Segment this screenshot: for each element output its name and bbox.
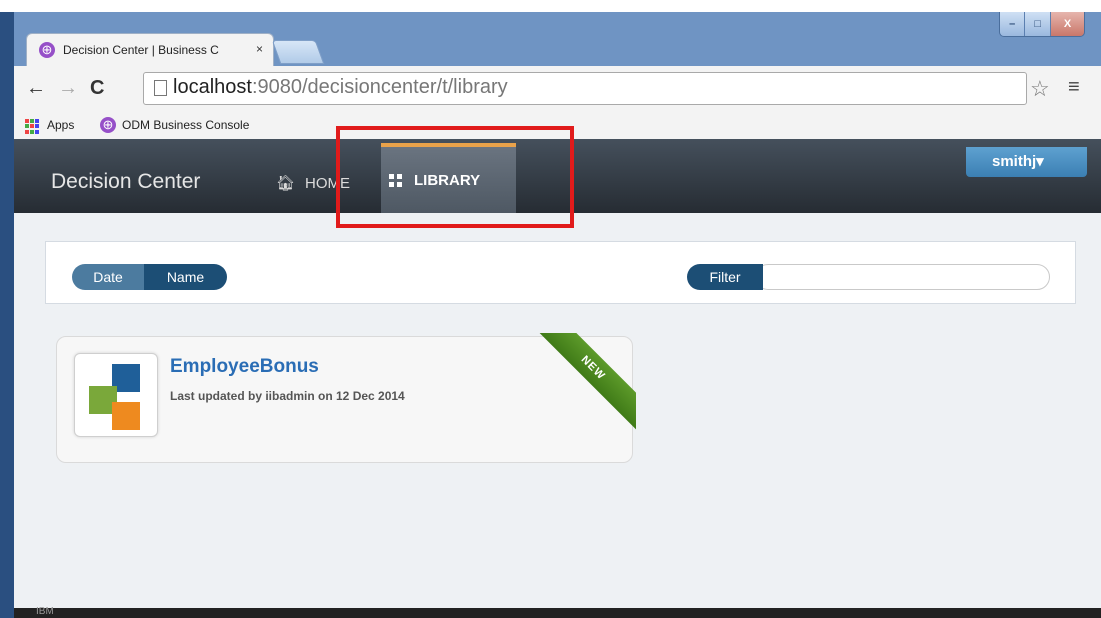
app-footer: IBM [14,606,1101,618]
maximize-button[interactable]: □ [1025,12,1051,36]
bookmark-apps[interactable]: Apps [47,118,74,132]
window-left-edge [0,12,14,618]
window-controls: – □ X [999,12,1085,37]
highlight-box [336,126,574,228]
page-icon [154,80,167,96]
address-bar[interactable]: localhost:9080/decisioncenter/t/library [143,72,1027,105]
new-badge: NEW [536,333,636,431]
tab-title: Decision Center | Business C [63,43,219,57]
sort-date-button[interactable]: Date [72,264,144,290]
url-text[interactable]: localhost:9080/decisioncenter/t/library [173,76,508,99]
decision-center-favicon-icon: ⊕ [39,42,55,58]
reload-button[interactable]: C [90,77,104,100]
footer-text: IBM [36,606,54,617]
tab-close-icon[interactable]: × [256,42,263,56]
library-toolbar: Date Name Filter [45,241,1076,304]
odm-favicon-icon: ⊕ [100,117,116,133]
project-title[interactable]: EmployeeBonus [170,356,319,378]
filter-input[interactable] [755,264,1050,290]
back-button[interactable]: ← [26,77,46,100]
sort-name-button[interactable]: Name [144,264,227,290]
bookmark-odm-business-console[interactable]: ODM Business Console [122,118,249,132]
browser-tab[interactable]: ⊕ Decision Center | Business C × [26,33,274,67]
app-brand[interactable]: Decision Center [51,170,200,194]
user-menu[interactable]: smithj▾ [966,147,1087,177]
minimize-button[interactable]: – [1000,12,1026,36]
apps-grid-icon[interactable] [25,119,40,134]
bookmark-star-icon[interactable]: ☆ [1030,76,1050,102]
browser-toolbar: ← → C localhost:9080/decisioncenter/t/li… [14,66,1101,112]
main-content: Date Name Filter EmployeeBonus Last upda… [14,213,1101,608]
new-ribbon: NEW [536,333,636,433]
url-host: localhost [173,76,252,98]
filter-label: Filter [687,264,763,290]
window-top-strip [0,0,1101,12]
project-last-updated: Last updated by iibadmin on 12 Dec 2014 [170,389,405,403]
close-window-button[interactable]: X [1050,12,1084,36]
forward-button[interactable]: → [58,77,78,100]
project-card[interactable]: EmployeeBonus Last updated by iibadmin o… [56,333,636,463]
home-icon: 🏠︎ [276,175,296,192]
browser-menu-icon[interactable]: ≡ [1068,76,1080,99]
project-logo-icon [74,353,158,437]
sort-toggle: Date Name [72,264,227,290]
url-path: :9080/decisioncenter/t/library [251,76,508,98]
filter-control: Filter [687,264,1050,290]
new-tab-button[interactable] [271,40,325,64]
